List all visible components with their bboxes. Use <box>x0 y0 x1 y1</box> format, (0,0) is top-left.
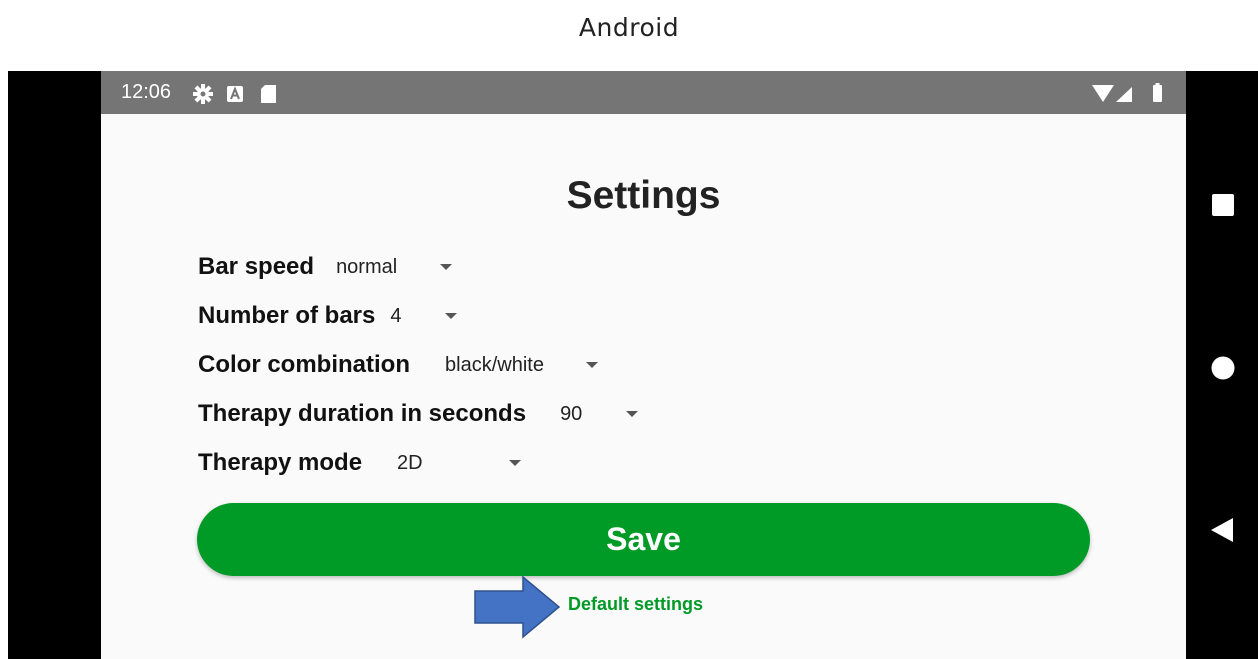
annotation-arrow-icon <box>474 575 561 639</box>
status-time: 12:06 <box>121 81 172 103</box>
a-icon <box>227 86 243 102</box>
recents-icon[interactable] <box>1212 194 1234 216</box>
setting-row-therapy-mode: Therapy mode 2D <box>198 443 521 483</box>
dropdown-value: 90 <box>560 402 583 425</box>
dropdown-value: 2D <box>397 451 423 474</box>
color-combination-dropdown[interactable]: black/white <box>432 354 598 377</box>
dropdown-arrow-icon <box>585 362 598 368</box>
home-icon[interactable] <box>1211 356 1235 380</box>
sd-card-icon <box>261 85 276 103</box>
status-bar: 12:06 <box>101 71 1186 114</box>
dropdown-value: 4 <box>390 304 402 327</box>
dropdown-value: normal <box>336 255 398 278</box>
dropdown-value: black/white <box>445 353 544 376</box>
gear-icon <box>193 84 213 104</box>
back-icon[interactable] <box>1211 518 1233 542</box>
setting-label: Therapy duration in seconds <box>198 400 527 427</box>
setting-row-number-of-bars: Number of bars 4 <box>198 296 457 336</box>
dropdown-arrow-icon <box>440 264 453 270</box>
device-bezel-left <box>8 71 101 659</box>
number-of-bars-dropdown[interactable]: 4 <box>390 305 457 328</box>
setting-label: Color combination <box>198 351 410 378</box>
page-title: Settings <box>566 174 721 217</box>
caption: Android <box>578 13 680 42</box>
setting-row-therapy-duration: Therapy duration in seconds 90 <box>198 394 639 434</box>
therapy-duration-dropdown[interactable]: 90 <box>548 402 639 426</box>
setting-row-bar-speed: Bar speed normal <box>198 247 453 287</box>
setting-label: Therapy mode <box>198 449 363 476</box>
save-button[interactable]: Save <box>197 503 1090 576</box>
therapy-mode-dropdown[interactable]: 2D <box>384 452 521 475</box>
navigation-bar <box>1186 71 1258 659</box>
setting-label: Bar speed <box>198 253 315 280</box>
dropdown-arrow-icon <box>626 411 639 417</box>
settings-screen: Settings Bar speed normal Number of bars… <box>101 114 1186 659</box>
setting-row-color-combination: Color combination black/white <box>198 345 598 385</box>
dropdown-arrow-icon <box>444 313 457 319</box>
signal-icon <box>1116 87 1132 102</box>
default-settings-link[interactable]: Default settings <box>568 594 703 615</box>
bar-speed-dropdown[interactable]: normal <box>336 255 453 279</box>
dropdown-arrow-icon <box>508 460 521 466</box>
wifi-icon <box>1092 85 1114 102</box>
setting-label: Number of bars <box>198 302 376 329</box>
battery-icon <box>1153 83 1162 102</box>
